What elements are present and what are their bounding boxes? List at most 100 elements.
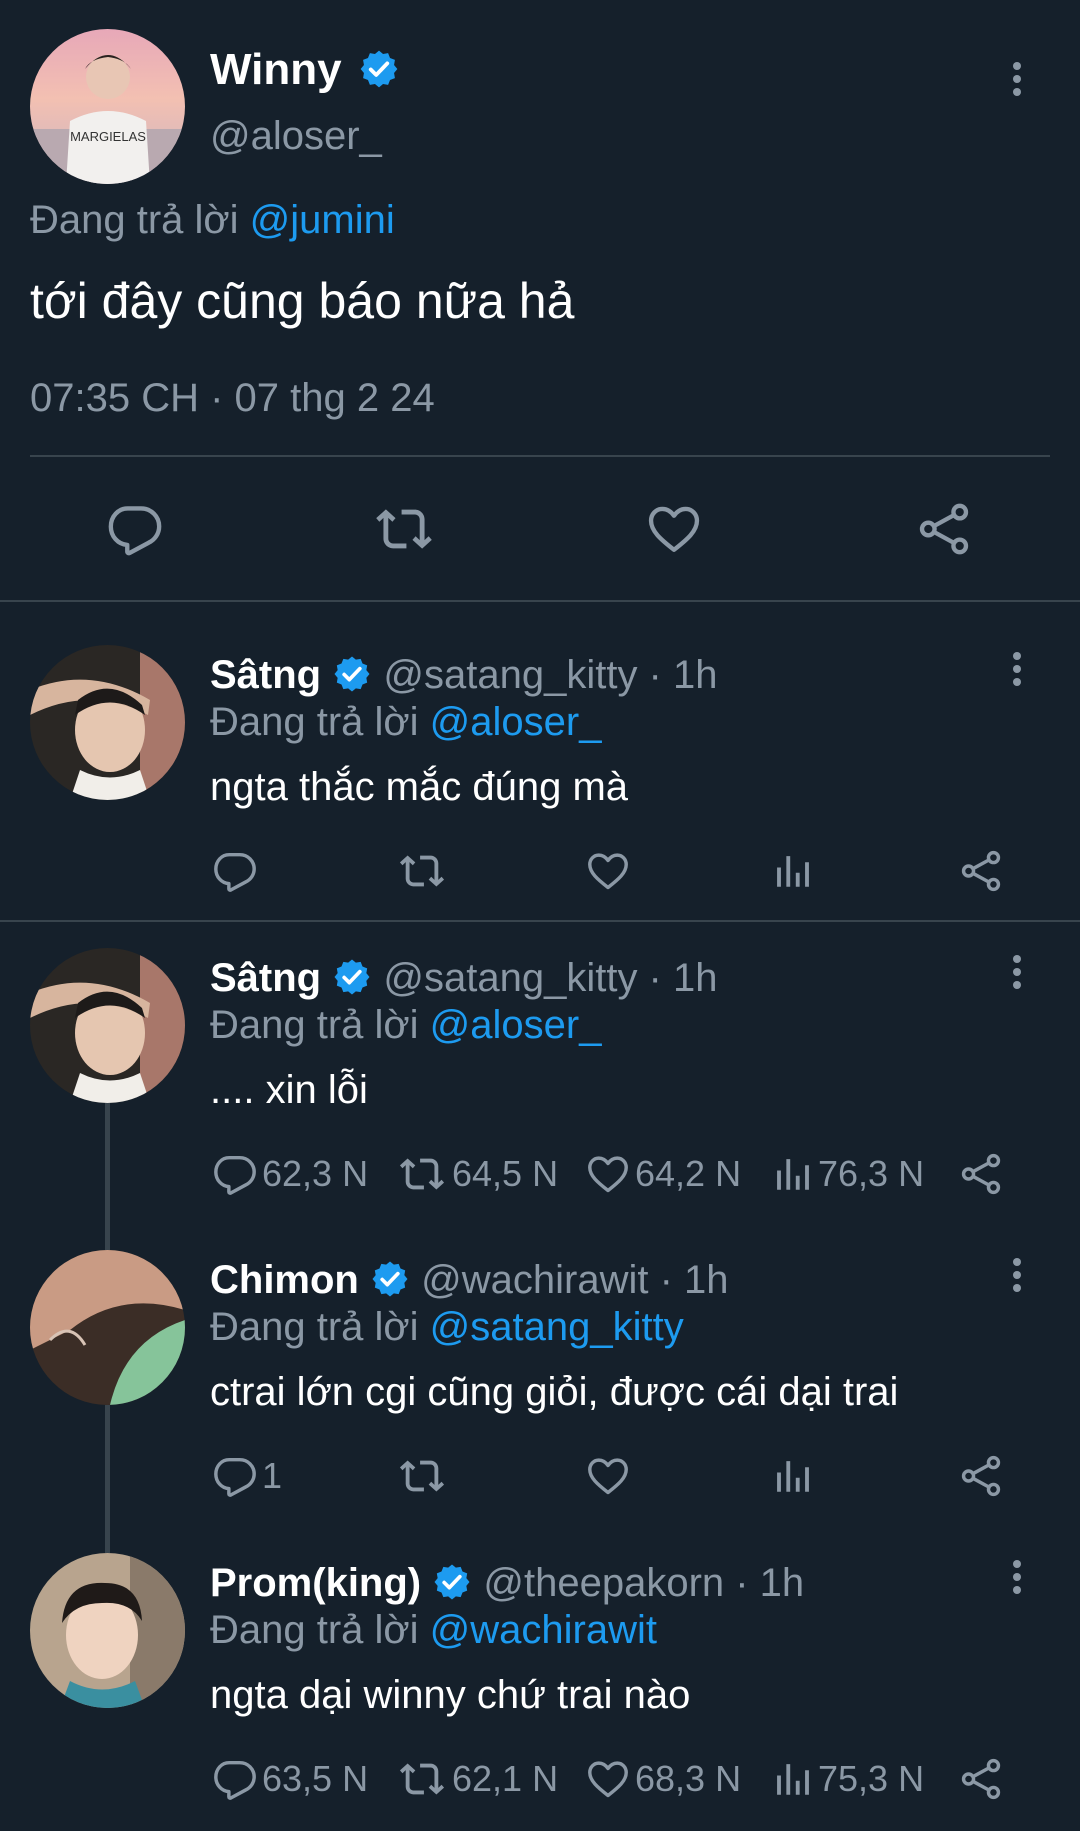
tweet-text: ngta dại winny chứ trai nào [210,1673,691,1717]
more-icon[interactable] [1011,1258,1023,1298]
reply-to-link[interactable]: @jumini [250,198,395,242]
views-icon [772,848,814,894]
like-count: 68,3 N [635,1758,742,1799]
author-handle-time[interactable]: @satang_kitty · 1h [383,956,717,1000]
share-icon [958,1151,1004,1197]
reply-to-link[interactable]: @satang_kitty [430,1305,684,1349]
reply-prefix: Đang trả lời [210,1003,419,1047]
views-button[interactable] [772,848,818,894]
author-name[interactable]: Winny [210,45,342,94]
views-button[interactable] [772,1453,818,1499]
view-count: 76,3 N [818,1153,925,1194]
reply-count: 1 [262,1455,283,1496]
more-icon[interactable] [1011,1560,1023,1600]
tweet-timestamp[interactable]: 07:35 CH · 07 thg 2 24 [30,376,435,421]
author-name[interactable]: Sâtng [210,653,321,697]
more-icon[interactable] [1011,62,1023,102]
views-icon [772,1453,814,1499]
tweet-text: ngta thắc mắc đúng mà [210,765,629,809]
reply-button[interactable] [106,500,164,558]
winny-avatar-photo: MARGIELAS [30,55,185,184]
retweet-count: 64,5 N [452,1153,559,1194]
like-icon [585,848,631,894]
reply-prefix: Đang trả lời [30,198,239,242]
views-button[interactable]: 75,3 N [772,1756,924,1802]
prom-avatar-photo [60,1553,185,1708]
tweet-text: ctrai lớn cgi cũng giỏi, được cái dại tr… [210,1370,899,1414]
author-handle-time[interactable]: @theepakorn · 1h [483,1561,804,1605]
divider [30,455,1050,457]
reply-count: 62,3 N [262,1153,369,1194]
retweet-icon [396,1151,448,1197]
retweet-icon [396,1453,448,1499]
reply-prefix: Đang trả lời [210,700,419,744]
retweet-button[interactable] [370,500,438,558]
more-icon[interactable] [1011,652,1023,692]
views-button[interactable]: 76,3 N [772,1151,924,1197]
share-icon [958,1756,1004,1802]
reply-icon [212,1453,258,1499]
verified-badge-icon [370,1259,410,1299]
share-button[interactable] [958,1453,1004,1499]
more-icon[interactable] [1011,955,1023,995]
author-handle[interactable]: @aloser_ [210,114,382,159]
avatar-satang[interactable] [30,645,185,800]
author-handle-time[interactable]: @wachirawit · 1h [421,1258,728,1302]
tweet-text: tới đây cũng báo nữa hả [30,273,575,329]
reply-count: 63,5 N [262,1758,369,1799]
verified-badge-icon [358,48,400,90]
reply-icon [212,1756,258,1802]
reply-button[interactable]: 1 [212,1453,282,1499]
retweet-button[interactable]: 64,5 N [396,1151,558,1197]
section-divider [0,600,1080,602]
section-divider [0,920,1080,922]
avatar-chimon[interactable] [30,1250,185,1405]
reply-to-link[interactable]: @aloser_ [430,1003,602,1047]
view-count: 75,3 N [818,1758,925,1799]
reply-button[interactable]: 62,3 N [212,1151,368,1197]
views-icon [772,1756,814,1802]
reply-prefix: Đang trả lời [210,1305,419,1349]
avatar-winny[interactable]: MARGIELAS [30,29,185,184]
author-name[interactable]: Chimon [210,1258,359,1302]
satang-avatar-photo [30,948,185,1103]
reply-icon [212,1151,258,1197]
verified-badge-icon [332,654,372,694]
share-icon [915,500,973,558]
share-button[interactable] [958,848,1004,894]
retweet-icon [396,848,448,894]
share-button[interactable] [958,1151,1004,1197]
retweet-count: 62,1 N [452,1758,559,1799]
like-count: 64,2 N [635,1153,742,1194]
satang-avatar-photo [30,645,185,800]
like-icon [585,1151,631,1197]
reply-to-link[interactable]: @aloser_ [430,700,602,744]
like-button[interactable] [645,500,703,558]
retweet-button[interactable] [396,848,452,894]
verified-badge-icon [432,1562,472,1602]
reply-to-link[interactable]: @wachirawit [430,1608,657,1652]
author-name[interactable]: Prom(king) [210,1561,421,1605]
share-button[interactable] [915,500,973,558]
like-icon [585,1756,631,1802]
reply-button[interactable]: 63,5 N [212,1756,368,1802]
avatar-satang[interactable] [30,948,185,1103]
avatar-shirt-text: MARGIELAS [70,129,146,144]
retweet-icon [370,500,438,558]
author-name[interactable]: Sâtng [210,956,321,1000]
retweet-button[interactable] [396,1453,452,1499]
views-icon [772,1151,814,1197]
avatar-prom[interactable] [30,1553,185,1708]
reply-button[interactable] [212,848,262,894]
author-handle-time[interactable]: @satang_kitty · 1h [383,653,717,697]
retweet-button[interactable]: 62,1 N [396,1756,558,1802]
share-button[interactable] [958,1756,1004,1802]
like-button[interactable] [585,1453,635,1499]
share-icon [958,848,1004,894]
like-icon [645,500,703,558]
reply-icon [212,848,258,894]
like-icon [585,1453,631,1499]
like-button[interactable]: 68,3 N [585,1756,741,1802]
like-button[interactable] [585,848,635,894]
like-button[interactable]: 64,2 N [585,1151,741,1197]
